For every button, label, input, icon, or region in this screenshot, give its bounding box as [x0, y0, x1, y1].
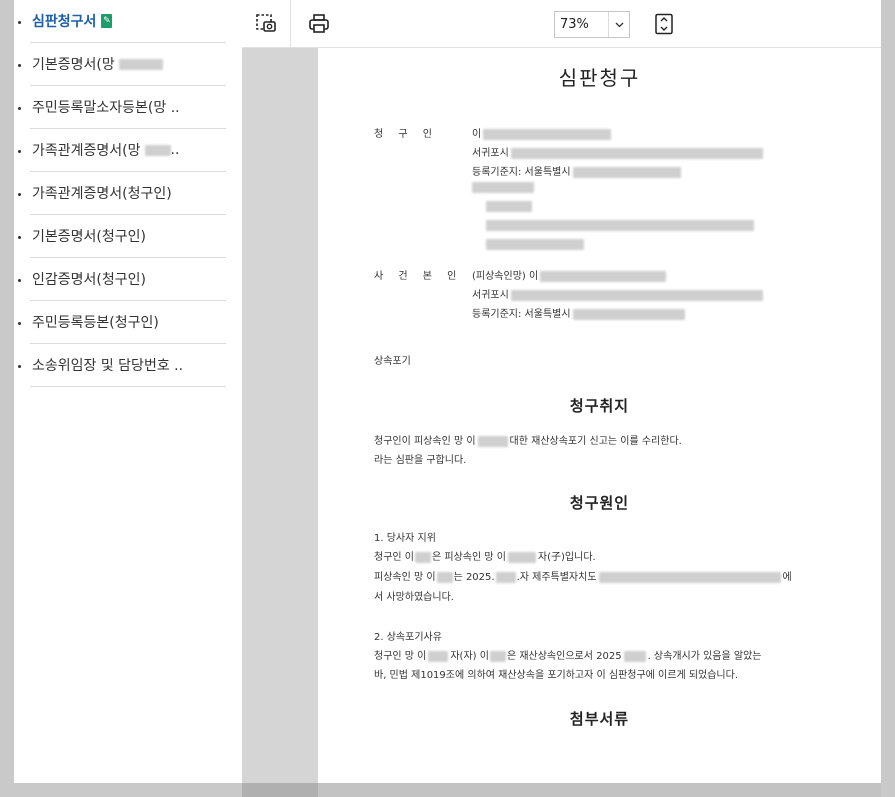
- claimant-registry: 등록기준지: 서울특별시: [472, 163, 681, 178]
- sidebar-item-ellipsis: ..: [170, 142, 180, 158]
- sidebar-item-label: 가족관계증명서(청구인): [32, 186, 172, 202]
- page-title: 심판청구: [558, 66, 641, 90]
- redacted-text: [144, 144, 171, 156]
- claimant-address: 서귀포시: [472, 144, 763, 159]
- sidebar-item-petition[interactable]: 심판청구서 ✎: [18, 0, 226, 43]
- document-list: 심판청구서 ✎ 기본증명서(망 주민등록말소자등본(망 .. 가족관계증명서(망…: [14, 0, 242, 387]
- document-viewer[interactable]: 심판청구 청 구 인 이 서귀포시 등록기준지: 서울특별시 사 건 본 인 (…: [242, 48, 881, 783]
- sidebar-item-resident-register-claimant[interactable]: 주민등록등본(청구인): [18, 301, 226, 344]
- sidebar-item-family-cert-deceased[interactable]: 가족관계증명서(망 ..: [18, 129, 226, 172]
- print-button[interactable]: [307, 12, 331, 36]
- case-type: 상속포기: [374, 356, 411, 367]
- attachments-heading: 첨부서류: [569, 710, 630, 728]
- purpose-heading: 청구취지: [569, 397, 630, 415]
- viewer-toolbar: 73%: [242, 0, 881, 48]
- sidebar-item-label: 기본증명서(청구인): [32, 229, 146, 245]
- sidebar-item-label: 기본증명서(망: [32, 57, 115, 73]
- sidebar-item-seal-cert-claimant[interactable]: 인감증명서(청구인): [18, 258, 226, 301]
- purpose-line-1: 청구인이 피상속인 망 이 대한 재산상속포기 신고는 이를 수리한다.: [374, 435, 682, 447]
- zoom-select[interactable]: 73%: [554, 11, 630, 38]
- cause-2-line-2: 바, 민법 제1019조에 의하여 재산상속을 포기하고자 이 심판청구에 이르…: [374, 670, 739, 681]
- sidebar-item-label: 심판청구서: [32, 14, 97, 30]
- cause-1-line-3: 서 사망하였습니다.: [374, 592, 454, 603]
- claimant-redacted: [486, 239, 584, 251]
- fit-page-icon: [655, 13, 673, 35]
- horizontal-scrollbar[interactable]: [242, 783, 881, 797]
- scrollbar-thumb[interactable]: [242, 783, 318, 797]
- sidebar-item-label: 소송위임장 및 담당번호 ..: [32, 358, 184, 374]
- screenshot-button[interactable]: [254, 12, 278, 36]
- cause-heading: 청구원인: [569, 494, 630, 512]
- sidebar-item-basic-cert-deceased[interactable]: 기본증명서(망: [18, 43, 226, 86]
- cause-1-line-1: 청구인 이은 피상속인 망 이 자(子)입니다.: [374, 551, 596, 563]
- fit-page-button[interactable]: [652, 12, 676, 36]
- claimant-label: 청 구 인: [374, 129, 438, 140]
- sidebar-item-basic-cert-claimant[interactable]: 기본증명서(청구인): [18, 215, 226, 258]
- cause-2-line-1: 청구인 망 이 자(자) 이은 재산상속인으로서 2025. 상속개시가 있음을 …: [374, 650, 762, 662]
- sidebar-item-label: 인감증명서(청구인): [32, 272, 146, 288]
- cause-1-line-2: 피상속인 망 이는 2025. .자 제주특별자치도 에: [374, 571, 792, 583]
- document-list-sidebar: 심판청구서 ✎ 기본증명서(망 주민등록말소자등본(망 .. 가족관계증명서(망…: [14, 0, 242, 783]
- sidebar-item-label: 주민등록말소자등본(망 ..: [32, 100, 180, 116]
- sidebar-item-family-cert-claimant[interactable]: 가족관계증명서(청구인): [18, 172, 226, 215]
- sidebar-item-label: 주민등록등본(청구인): [32, 315, 159, 331]
- claimant-redacted: [486, 220, 754, 232]
- redacted-text: [118, 58, 163, 70]
- screenshot-icon: [256, 14, 276, 32]
- chevron-down-icon: [608, 12, 629, 37]
- claimant-redacted: [472, 182, 534, 194]
- toolbar-divider: [290, 0, 291, 47]
- claimant-name: 이: [472, 125, 612, 140]
- subject-address: 서귀포시: [472, 286, 763, 301]
- edit-document-icon: ✎: [101, 14, 113, 28]
- sidebar-item-power-of-attorney[interactable]: 소송위임장 및 담당번호 ..: [18, 344, 226, 387]
- subject-registry: 등록기준지: 서울특별시: [472, 305, 685, 320]
- window-edge: [881, 0, 895, 797]
- purpose-line-2: 라는 심판을 구합니다.: [374, 455, 467, 466]
- claimant-redacted: [486, 201, 532, 213]
- sidebar-item-label: 가족관계증명서(망: [32, 143, 141, 159]
- zoom-value: 73%: [560, 17, 589, 32]
- subject-label: 사 건 본 인: [374, 271, 463, 282]
- cause-2-title: 2. 상속포기사유: [374, 632, 442, 643]
- sidebar-item-resident-register-deceased[interactable]: 주민등록말소자등본(망 ..: [18, 86, 226, 129]
- cause-1-title: 1. 당사자 지위: [374, 533, 436, 544]
- subject-name: (피상속인망) 이: [472, 267, 667, 282]
- print-icon: [309, 14, 329, 33]
- document-page: 심판청구 청 구 인 이 서귀포시 등록기준지: 서울특별시 사 건 본 인 (…: [318, 48, 881, 783]
